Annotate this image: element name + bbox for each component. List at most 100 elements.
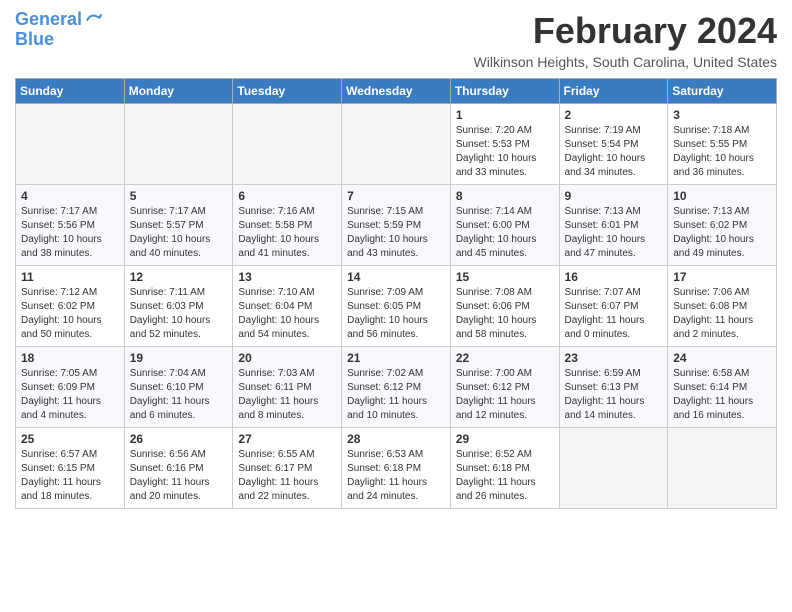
calendar-cell	[342, 104, 451, 185]
calendar-header-row: SundayMondayTuesdayWednesdayThursdayFrid…	[16, 79, 777, 104]
calendar-cell	[668, 428, 777, 509]
day-number: 21	[347, 351, 445, 365]
calendar-cell: 7 Sunrise: 7:15 AM Sunset: 5:59 PM Daylig…	[342, 185, 451, 266]
calendar-cell	[233, 104, 342, 185]
calendar-cell: 22Sunrise: 7:00 AM Sunset: 6:12 PM Dayli…	[450, 347, 559, 428]
day-info: Sunrise: 7:11 AM Sunset: 6:03 PM Dayligh…	[130, 286, 228, 342]
day-info: Sunrise: 6:53 AM Sunset: 6:18 PM Dayligh…	[347, 448, 445, 504]
day-number: 26	[130, 432, 228, 446]
calendar-week-row: 18 Sunrise: 7:05 AM Sunset: 6:09 PM Dayli…	[16, 347, 777, 428]
day-number: 10	[673, 189, 771, 203]
calendar-week-row: 1 Sunrise: 7:20 AM Sunset: 5:53 PM Daylig…	[16, 104, 777, 185]
day-number: 29	[456, 432, 554, 446]
calendar-week-row: 11 Sunrise: 7:12 AM Sunset: 6:02 PM Dayli…	[16, 266, 777, 347]
day-info: Sunrise: 7:13 AM Sunset: 6:02 PM Dayligh…	[673, 205, 771, 261]
calendar-cell: 27Sunrise: 6:55 AM Sunset: 6:17 PM Dayli…	[233, 428, 342, 509]
day-number: 23	[565, 351, 663, 365]
calendar-header-saturday: Saturday	[668, 79, 777, 104]
calendar-cell: 13 Sunrise: 7:10 AM Sunset: 6:04 PM Dayli…	[233, 266, 342, 347]
day-info: Sunrise: 7:19 AM Sunset: 5:54 PM Dayligh…	[565, 124, 663, 180]
calendar-cell: 23 Sunrise: 6:59 AM Sunset: 6:13 PM Dayli…	[559, 347, 668, 428]
logo-blue: Blue	[15, 30, 104, 50]
day-info: Sunrise: 7:08 AM Sunset: 6:06 PM Dayligh…	[456, 286, 554, 342]
calendar: SundayMondayTuesdayWednesdayThursdayFrid…	[15, 78, 777, 509]
day-info: Sunrise: 7:05 AM Sunset: 6:09 PM Dayligh…	[21, 367, 119, 423]
day-info: Sunrise: 6:57 AM Sunset: 6:15 PM Dayligh…	[21, 448, 119, 504]
day-number: 4	[21, 189, 119, 203]
day-number: 17	[673, 270, 771, 284]
calendar-cell: 17 Sunrise: 7:06 AM Sunset: 6:08 PM Dayli…	[668, 266, 777, 347]
day-info: Sunrise: 7:03 AM Sunset: 6:11 PM Dayligh…	[238, 367, 336, 423]
day-number: 11	[21, 270, 119, 284]
calendar-header-sunday: Sunday	[16, 79, 125, 104]
day-info: Sunrise: 7:20 AM Sunset: 5:53 PM Dayligh…	[456, 124, 554, 180]
day-number: 13	[238, 270, 336, 284]
calendar-cell: 5Sunrise: 7:17 AM Sunset: 5:57 PM Daylig…	[124, 185, 233, 266]
day-info: Sunrise: 6:58 AM Sunset: 6:14 PM Dayligh…	[673, 367, 771, 423]
day-number: 3	[673, 108, 771, 122]
title-block: February 2024 Wilkinson Heights, South C…	[474, 10, 777, 70]
day-number: 9	[565, 189, 663, 203]
day-info: Sunrise: 7:17 AM Sunset: 5:56 PM Dayligh…	[21, 205, 119, 261]
calendar-week-row: 4 Sunrise: 7:17 AM Sunset: 5:56 PM Daylig…	[16, 185, 777, 266]
calendar-cell	[124, 104, 233, 185]
calendar-cell: 26 Sunrise: 6:56 AM Sunset: 6:16 PM Dayli…	[124, 428, 233, 509]
day-number: 19	[130, 351, 228, 365]
calendar-cell	[16, 104, 125, 185]
calendar-cell: 8 Sunrise: 7:14 AM Sunset: 6:00 PM Daylig…	[450, 185, 559, 266]
day-info: Sunrise: 7:09 AM Sunset: 6:05 PM Dayligh…	[347, 286, 445, 342]
calendar-week-row: 25 Sunrise: 6:57 AM Sunset: 6:15 PM Dayli…	[16, 428, 777, 509]
day-number: 24	[673, 351, 771, 365]
day-info: Sunrise: 7:06 AM Sunset: 6:08 PM Dayligh…	[673, 286, 771, 342]
calendar-cell: 3 Sunrise: 7:18 AM Sunset: 5:55 PM Daylig…	[668, 104, 777, 185]
day-number: 2	[565, 108, 663, 122]
calendar-header-tuesday: Tuesday	[233, 79, 342, 104]
calendar-cell: 28 Sunrise: 6:53 AM Sunset: 6:18 PM Dayli…	[342, 428, 451, 509]
day-info: Sunrise: 6:56 AM Sunset: 6:16 PM Dayligh…	[130, 448, 228, 504]
day-number: 6	[238, 189, 336, 203]
day-number: 7	[347, 189, 445, 203]
day-number: 1	[456, 108, 554, 122]
calendar-header-monday: Monday	[124, 79, 233, 104]
day-info: Sunrise: 7:14 AM Sunset: 6:00 PM Dayligh…	[456, 205, 554, 261]
subtitle: Wilkinson Heights, South Carolina, Unite…	[474, 54, 777, 70]
calendar-cell: 11 Sunrise: 7:12 AM Sunset: 6:02 PM Dayli…	[16, 266, 125, 347]
calendar-cell: 6 Sunrise: 7:16 AM Sunset: 5:58 PM Daylig…	[233, 185, 342, 266]
day-number: 16	[565, 270, 663, 284]
calendar-cell: 25 Sunrise: 6:57 AM Sunset: 6:15 PM Dayli…	[16, 428, 125, 509]
day-number: 25	[21, 432, 119, 446]
day-info: Sunrise: 6:59 AM Sunset: 6:13 PM Dayligh…	[565, 367, 663, 423]
day-info: Sunrise: 6:52 AM Sunset: 6:18 PM Dayligh…	[456, 448, 554, 504]
calendar-cell: 4 Sunrise: 7:17 AM Sunset: 5:56 PM Daylig…	[16, 185, 125, 266]
calendar-cell: 10 Sunrise: 7:13 AM Sunset: 6:02 PM Dayli…	[668, 185, 777, 266]
calendar-cell: 29 Sunrise: 6:52 AM Sunset: 6:18 PM Dayli…	[450, 428, 559, 509]
calendar-cell: 20 Sunrise: 7:03 AM Sunset: 6:11 PM Dayli…	[233, 347, 342, 428]
header: General Blue February 2024 Wilkinson Hei…	[15, 10, 777, 70]
day-number: 5	[130, 189, 228, 203]
calendar-cell: 9 Sunrise: 7:13 AM Sunset: 6:01 PM Daylig…	[559, 185, 668, 266]
day-number: 18	[21, 351, 119, 365]
main-title: February 2024	[474, 10, 777, 52]
day-info: Sunrise: 7:10 AM Sunset: 6:04 PM Dayligh…	[238, 286, 336, 342]
calendar-cell: 12 Sunrise: 7:11 AM Sunset: 6:03 PM Dayli…	[124, 266, 233, 347]
calendar-header-thursday: Thursday	[450, 79, 559, 104]
calendar-header-friday: Friday	[559, 79, 668, 104]
day-info: Sunrise: 7:13 AM Sunset: 6:01 PM Dayligh…	[565, 205, 663, 261]
calendar-cell: 2 Sunrise: 7:19 AM Sunset: 5:54 PM Daylig…	[559, 104, 668, 185]
logo: General Blue	[15, 10, 104, 50]
day-number: 8	[456, 189, 554, 203]
day-number: 20	[238, 351, 336, 365]
calendar-cell: 19Sunrise: 7:04 AM Sunset: 6:10 PM Dayli…	[124, 347, 233, 428]
day-info: Sunrise: 7:18 AM Sunset: 5:55 PM Dayligh…	[673, 124, 771, 180]
day-info: Sunrise: 7:00 AM Sunset: 6:12 PM Dayligh…	[456, 367, 554, 423]
day-info: Sunrise: 7:12 AM Sunset: 6:02 PM Dayligh…	[21, 286, 119, 342]
day-number: 28	[347, 432, 445, 446]
day-number: 12	[130, 270, 228, 284]
day-number: 27	[238, 432, 336, 446]
calendar-cell: 21Sunrise: 7:02 AM Sunset: 6:12 PM Dayli…	[342, 347, 451, 428]
calendar-header-wednesday: Wednesday	[342, 79, 451, 104]
day-info: Sunrise: 7:15 AM Sunset: 5:59 PM Dayligh…	[347, 205, 445, 261]
page: General Blue February 2024 Wilkinson Hei…	[0, 0, 792, 612]
calendar-cell	[559, 428, 668, 509]
day-info: Sunrise: 7:16 AM Sunset: 5:58 PM Dayligh…	[238, 205, 336, 261]
